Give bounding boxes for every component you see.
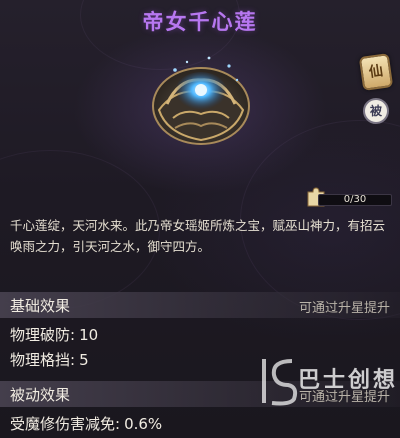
fragment-progress-bar: 0/30 xyxy=(318,194,392,206)
stat-value: 0.6% xyxy=(124,415,163,433)
stat-label: 受魔修伤害减免: xyxy=(10,415,121,433)
passive-effects-title: 被动效果 xyxy=(10,386,71,404)
stat-label: 物理破防: xyxy=(10,326,76,344)
stat-row: 受魔修伤害减免: 0.6% xyxy=(10,413,162,434)
stat-value: 10 xyxy=(79,326,99,344)
item-detail-panel: 帝女千心莲 仙 被 0/30 千心莲绽，天河水来。此乃帝女瑶姬所炼之宝，赋巫山神… xyxy=(0,0,400,438)
item-description: 千心莲绽，天河水来。此乃帝女瑶姬所炼之宝，赋巫山神力，有招云唤雨之力，引天河之水… xyxy=(10,218,386,254)
stat-label: 物理格挡: xyxy=(10,351,76,369)
base-effects-header: 基础效果 可通过升星提升 xyxy=(0,292,400,318)
base-effects-note: 可通过升星提升 xyxy=(298,301,390,316)
lotus-artifact-icon xyxy=(152,56,250,145)
fragment-progress-text: 0/30 xyxy=(343,194,367,205)
item-title: 帝女千心莲 xyxy=(142,10,258,34)
immortal-rank-badge-icon[interactable]: 仙 xyxy=(358,53,394,91)
stat-value: 5 xyxy=(79,351,89,369)
base-effects-title: 基础效果 xyxy=(10,297,71,315)
stat-row: 物理破防: 10 xyxy=(10,324,98,345)
watermark-text: 巴士创想 xyxy=(298,368,399,393)
passive-badge-icon[interactable]: 被 xyxy=(363,98,389,124)
stat-row: 物理格挡: 5 xyxy=(10,349,89,370)
